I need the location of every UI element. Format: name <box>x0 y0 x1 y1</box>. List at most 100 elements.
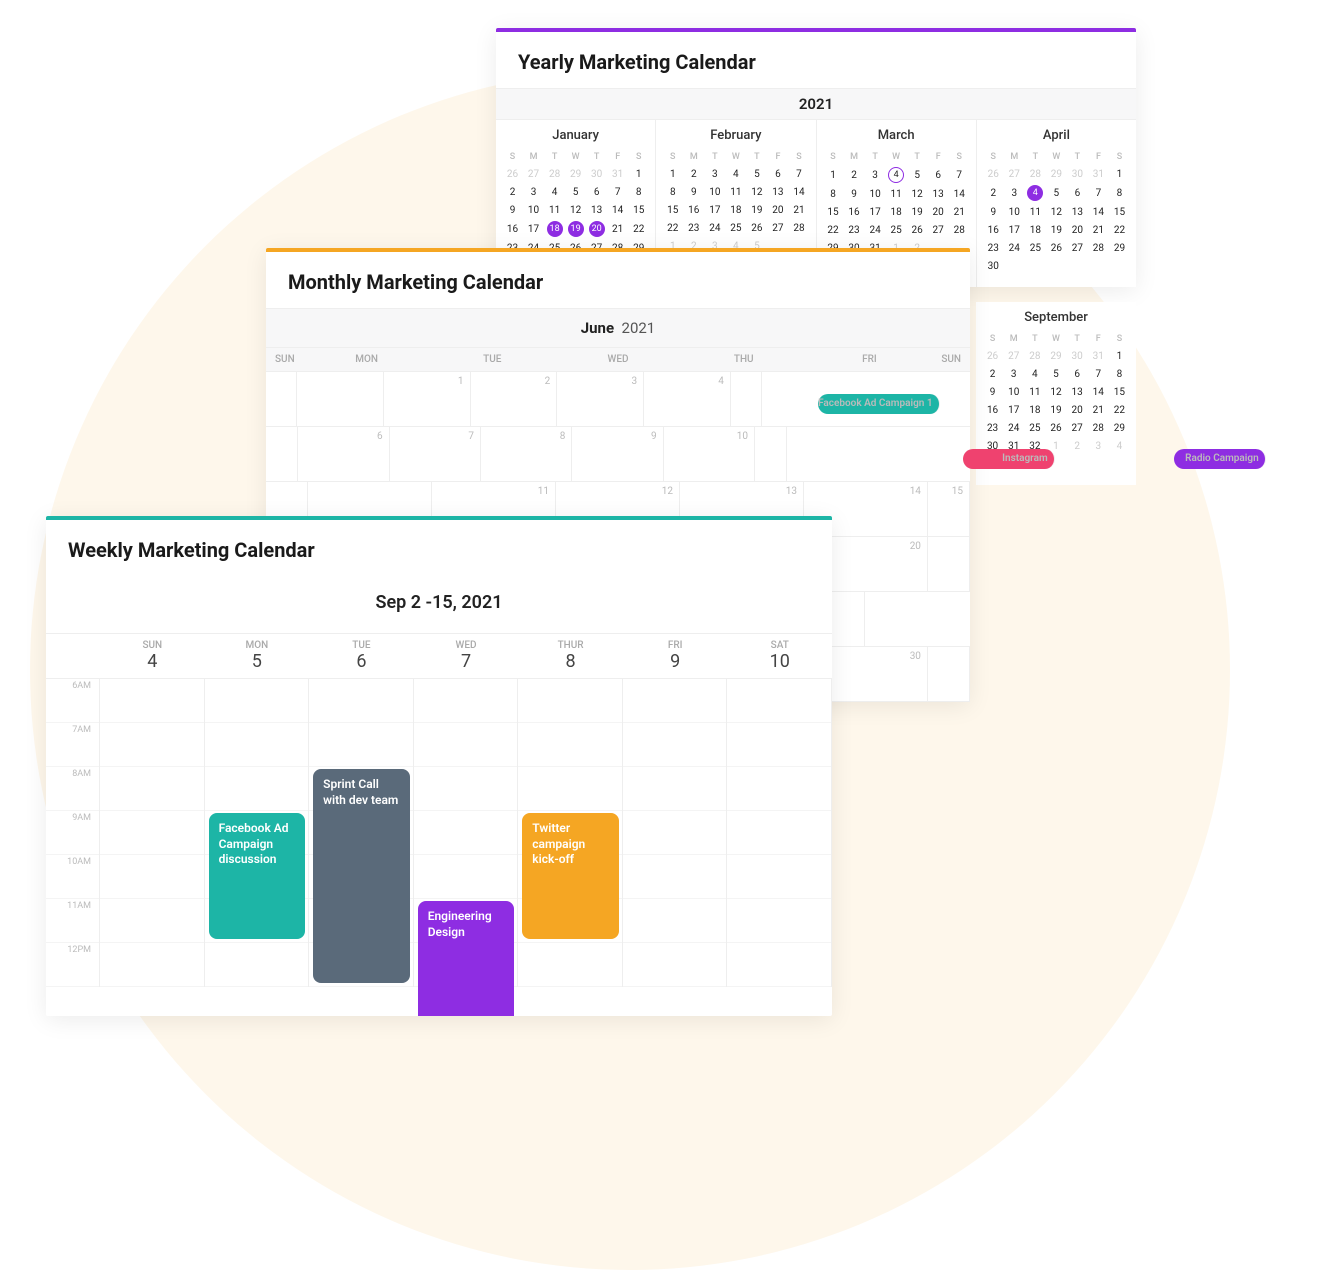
mini-day-cell[interactable]: 28 <box>544 165 565 183</box>
mini-day-cell[interactable]: 21 <box>1088 221 1109 239</box>
weekly-day-header[interactable]: TUE6 <box>309 640 414 672</box>
weekly-slot[interactable] <box>100 679 204 723</box>
weekly-slot[interactable] <box>727 679 831 723</box>
mini-day-cell[interactable]: 9 <box>683 183 704 201</box>
mini-day-cell[interactable]: 25 <box>1024 419 1045 437</box>
mini-day-cell[interactable]: 17 <box>523 219 544 239</box>
mini-day-cell[interactable]: 1 <box>1109 165 1130 183</box>
mini-day-cell[interactable]: 6 <box>928 165 949 185</box>
weekly-slot[interactable] <box>623 811 727 855</box>
monthly-event-bar[interactable]: Instagram <box>963 449 1054 469</box>
weekly-slot[interactable] <box>100 855 204 899</box>
mini-day-cell[interactable]: 10 <box>523 201 544 219</box>
monthly-day-cell[interactable] <box>828 592 864 646</box>
mini-day-cell[interactable] <box>1004 257 1025 275</box>
weekly-slot[interactable] <box>309 723 413 767</box>
monthly-day-cell[interactable]: 3 <box>557 372 644 426</box>
weekly-slot[interactable] <box>100 767 204 811</box>
mini-day-cell[interactable]: 24 <box>704 219 725 237</box>
monthly-day-cell[interactable]: 2 <box>471 372 558 426</box>
mini-day-cell[interactable]: 2 <box>1067 437 1088 455</box>
monthly-day-cell[interactable]: 1 <box>384 372 471 426</box>
mini-day-cell[interactable]: 30 <box>586 165 607 183</box>
mini-day-cell[interactable]: 22 <box>823 221 844 239</box>
mini-day-cell[interactable]: 9 <box>502 201 523 219</box>
mini-day-cell[interactable]: 18 <box>886 203 907 221</box>
mini-day-cell[interactable]: 4 <box>1025 183 1046 203</box>
mini-day-cell[interactable]: 19 <box>1045 401 1066 419</box>
mini-day-cell[interactable]: 8 <box>662 183 683 201</box>
mini-day-cell[interactable]: 26 <box>1045 419 1066 437</box>
mini-day-cell[interactable]: 18 <box>1024 401 1045 419</box>
mini-day-cell[interactable]: 3 <box>523 183 544 201</box>
monthly-day-cell[interactable] <box>755 427 787 481</box>
weekly-day-header[interactable]: THUR8 <box>518 640 623 672</box>
mini-day-cell[interactable]: 4 <box>544 183 565 201</box>
monthly-day-cell[interactable]: 9 <box>572 427 663 481</box>
weekly-day-header[interactable]: SUN4 <box>100 640 205 672</box>
mini-day-cell[interactable]: 18 <box>544 219 565 239</box>
monthly-day-cell[interactable]: 7 <box>390 427 481 481</box>
weekly-slot[interactable] <box>727 767 831 811</box>
mini-day-cell[interactable]: 29 <box>1109 239 1130 257</box>
mini-day-cell[interactable]: 26 <box>502 165 523 183</box>
mini-day-cell[interactable]: 29 <box>1046 165 1067 183</box>
mini-day-cell[interactable]: 21 <box>949 203 970 221</box>
mini-day-cell[interactable]: 15 <box>823 203 844 221</box>
mini-day-cell[interactable]: 22 <box>628 219 649 239</box>
mini-day-cell[interactable]: 27 <box>1067 239 1088 257</box>
highlight-day-dot[interactable]: 19 <box>568 221 584 237</box>
mini-day-cell[interactable]: 1 <box>1109 347 1130 365</box>
weekly-slot[interactable] <box>100 723 204 767</box>
mini-day-cell[interactable]: 16 <box>982 401 1003 419</box>
mini-day-cell[interactable]: 27 <box>523 165 544 183</box>
mini-day-cell[interactable]: 1 <box>823 165 844 185</box>
mini-day-cell[interactable]: 10 <box>1004 203 1025 221</box>
highlight-day-dot[interactable]: 20 <box>589 221 605 237</box>
mini-day-cell[interactable] <box>1088 257 1109 275</box>
mini-day-cell[interactable]: 23 <box>683 219 704 237</box>
mini-day-cell[interactable]: 25 <box>886 221 907 239</box>
mini-day-cell[interactable]: 20 <box>1067 401 1088 419</box>
mini-day-cell[interactable]: 27 <box>767 219 788 237</box>
mini-day-cell[interactable]: 6 <box>1067 365 1088 383</box>
monthly-day-cell[interactable] <box>928 647 970 701</box>
mini-day-cell[interactable]: 4 <box>1024 365 1045 383</box>
weekly-day-header[interactable]: FRI9 <box>623 640 728 672</box>
mini-day-cell[interactable]: 23 <box>983 239 1004 257</box>
mini-day-cell[interactable]: 18 <box>1025 221 1046 239</box>
mini-day-cell[interactable]: 2 <box>983 183 1004 203</box>
mini-day-cell[interactable]: 9 <box>844 185 865 203</box>
mini-day-cell[interactable]: 5 <box>746 165 767 183</box>
mini-day-cell[interactable]: 26 <box>907 221 928 239</box>
mini-day-cell[interactable]: 31 <box>1088 165 1109 183</box>
mini-day-cell[interactable]: 4 <box>1109 437 1130 455</box>
weekly-slot[interactable] <box>518 723 622 767</box>
mini-day-cell[interactable]: 26 <box>1046 239 1067 257</box>
mini-day-cell[interactable]: 25 <box>1025 239 1046 257</box>
mini-day-cell[interactable]: 27 <box>1067 419 1088 437</box>
weekly-slot[interactable] <box>727 899 831 943</box>
weekly-event-block[interactable]: Twitter campaign kick-off <box>522 813 619 939</box>
mini-day-cell[interactable]: 31 <box>1088 347 1109 365</box>
monthly-day-cell[interactable]: 6 <box>298 427 389 481</box>
monthly-day-cell[interactable] <box>297 372 384 426</box>
mini-day-cell[interactable]: 7 <box>1088 365 1109 383</box>
mini-day-cell[interactable] <box>1109 257 1130 275</box>
mini-day-cell[interactable]: 16 <box>844 203 865 221</box>
monthly-day-cell[interactable] <box>731 372 762 426</box>
mini-day-cell[interactable]: 28 <box>1088 239 1109 257</box>
mini-day-cell[interactable]: 27 <box>1003 347 1024 365</box>
weekly-slot[interactable] <box>623 943 727 987</box>
mini-day-cell[interactable]: 17 <box>1003 401 1024 419</box>
mini-day-cell[interactable]: 26 <box>983 165 1004 183</box>
mini-day-cell[interactable]: 20 <box>767 201 788 219</box>
highlight-day-dot[interactable]: 18 <box>547 221 563 237</box>
weekly-slot[interactable] <box>623 855 727 899</box>
monthly-day-cell[interactable]: 10 <box>664 427 755 481</box>
mini-day-cell[interactable]: 29 <box>1109 419 1130 437</box>
mini-day-cell[interactable]: 7 <box>607 183 628 201</box>
mini-day-cell[interactable]: 18 <box>725 201 746 219</box>
weekly-slot[interactable] <box>414 811 518 855</box>
weekly-slot[interactable] <box>100 943 204 987</box>
